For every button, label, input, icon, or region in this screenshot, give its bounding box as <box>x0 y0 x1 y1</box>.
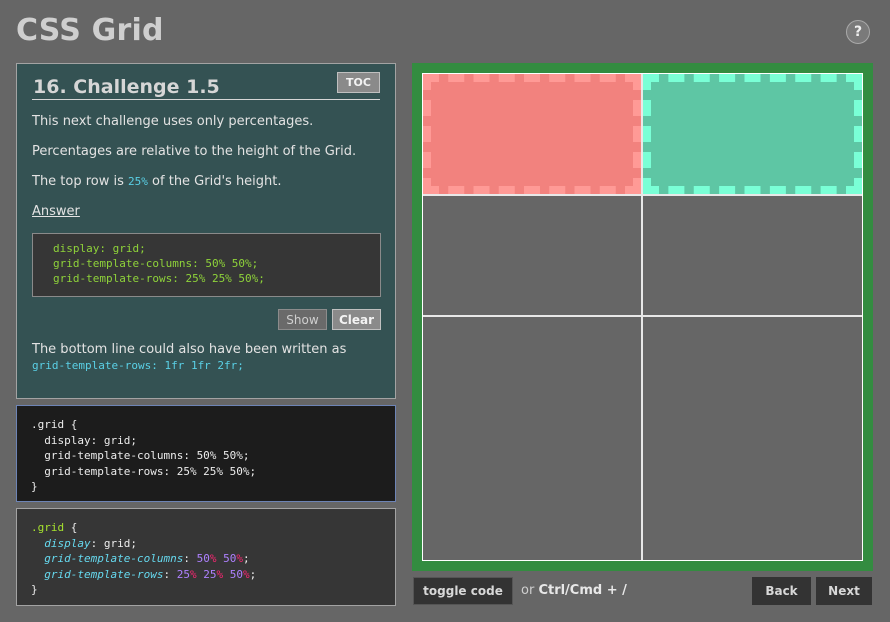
question-icon: ? <box>853 24 863 40</box>
editor-line[interactable]: display: grid; <box>31 433 395 449</box>
code-line: } <box>31 582 395 598</box>
lesson-title: 16. Challenge 1.5 <box>33 76 220 98</box>
code-property: display <box>44 536 91 550</box>
code-brace: } <box>31 583 38 596</box>
code-unit: % <box>209 552 217 565</box>
code-editor[interactable]: .grid { display: grid; grid-template-col… <box>16 405 396 502</box>
show-button[interactable]: Show <box>278 309 327 330</box>
editor-line[interactable]: grid-template-columns: 50% 50%; <box>31 448 395 464</box>
shortcut-hint: or Ctrl/Cmd + / <box>521 583 627 598</box>
instruction-text: The top row is 25% of the Grid's height. <box>32 174 282 189</box>
code-number: 50 <box>196 552 210 565</box>
next-button[interactable]: Next <box>816 577 872 605</box>
editor-line[interactable]: .grid { <box>31 417 395 433</box>
answer-code-line: grid-template-columns: 50% 50%; <box>53 257 259 270</box>
instruction-text: Percentages are relative to the height o… <box>32 144 357 159</box>
grid-cell <box>423 317 643 560</box>
code-selector: .grid <box>31 521 65 534</box>
code-unit: % <box>216 567 224 581</box>
code-value: grid <box>103 536 131 550</box>
highlight-value: 25% <box>128 175 148 188</box>
back-button[interactable]: Back <box>752 577 811 605</box>
clear-button[interactable]: Clear <box>332 309 381 330</box>
code-line: grid-template-columns: 50% 50%; <box>44 552 250 565</box>
answer-code-line: grid-template-rows: 25% 25% 50%; <box>53 272 265 285</box>
code-number: 25 <box>176 567 190 581</box>
code-property: grid-template-columns <box>44 552 184 565</box>
editor-line[interactable]: } <box>31 479 395 495</box>
instructions-panel: 16. Challenge 1.5 TOC This next challeng… <box>16 63 396 399</box>
code-line: grid-template-rows: 25% 25% 50%; <box>44 567 257 581</box>
answer-code-box: display: grid; grid-template-columns: 50… <box>32 233 381 297</box>
help-button[interactable]: ? <box>846 20 870 44</box>
toc-button[interactable]: TOC <box>337 72 380 93</box>
code-unit: % <box>189 567 197 581</box>
code-unit: % <box>236 552 243 565</box>
toggle-code-button[interactable]: toggle code <box>413 577 513 605</box>
grid-cell <box>642 196 862 317</box>
shortcut-or: or <box>521 583 539 598</box>
text-span: The top row is <box>32 174 129 189</box>
grid-item-green <box>642 74 862 194</box>
app-title: CSS Grid <box>16 13 164 48</box>
note-code: grid-template-rows: 1fr 1fr 2fr; <box>32 359 244 372</box>
code-brace: { <box>64 521 78 534</box>
code-property: grid-template-rows <box>44 567 164 581</box>
grid-cell <box>423 195 643 317</box>
grid-cell <box>423 74 643 196</box>
grid-cell <box>643 317 863 560</box>
answer-link[interactable]: Answer <box>32 204 80 219</box>
code-line: display: grid; <box>44 536 137 550</box>
code-number: 50 <box>223 552 237 565</box>
code-unit: % <box>242 567 250 581</box>
grid-container <box>422 73 863 561</box>
text-span: of the Grid's height. <box>147 174 282 189</box>
grid-item-red <box>423 74 641 194</box>
code-number: 25 <box>203 567 217 581</box>
grid-cell <box>642 74 862 196</box>
code-line: .grid { <box>31 520 395 536</box>
code-number: 50 <box>229 567 243 581</box>
grid-preview-stage <box>412 63 873 571</box>
answer-code-line: display: grid; <box>53 242 146 255</box>
editor-line[interactable]: grid-template-rows: 25% 25% 50%; <box>31 464 395 480</box>
instruction-text: This next challenge uses only percentage… <box>32 114 314 129</box>
shortcut-keys: Ctrl/Cmd + / <box>538 583 627 598</box>
lesson-header: 16. Challenge 1.5 TOC <box>32 72 380 100</box>
highlighted-code-preview: .grid { display: grid; grid-template-col… <box>16 508 396 606</box>
note-text: The bottom line could also have been wri… <box>32 342 347 357</box>
